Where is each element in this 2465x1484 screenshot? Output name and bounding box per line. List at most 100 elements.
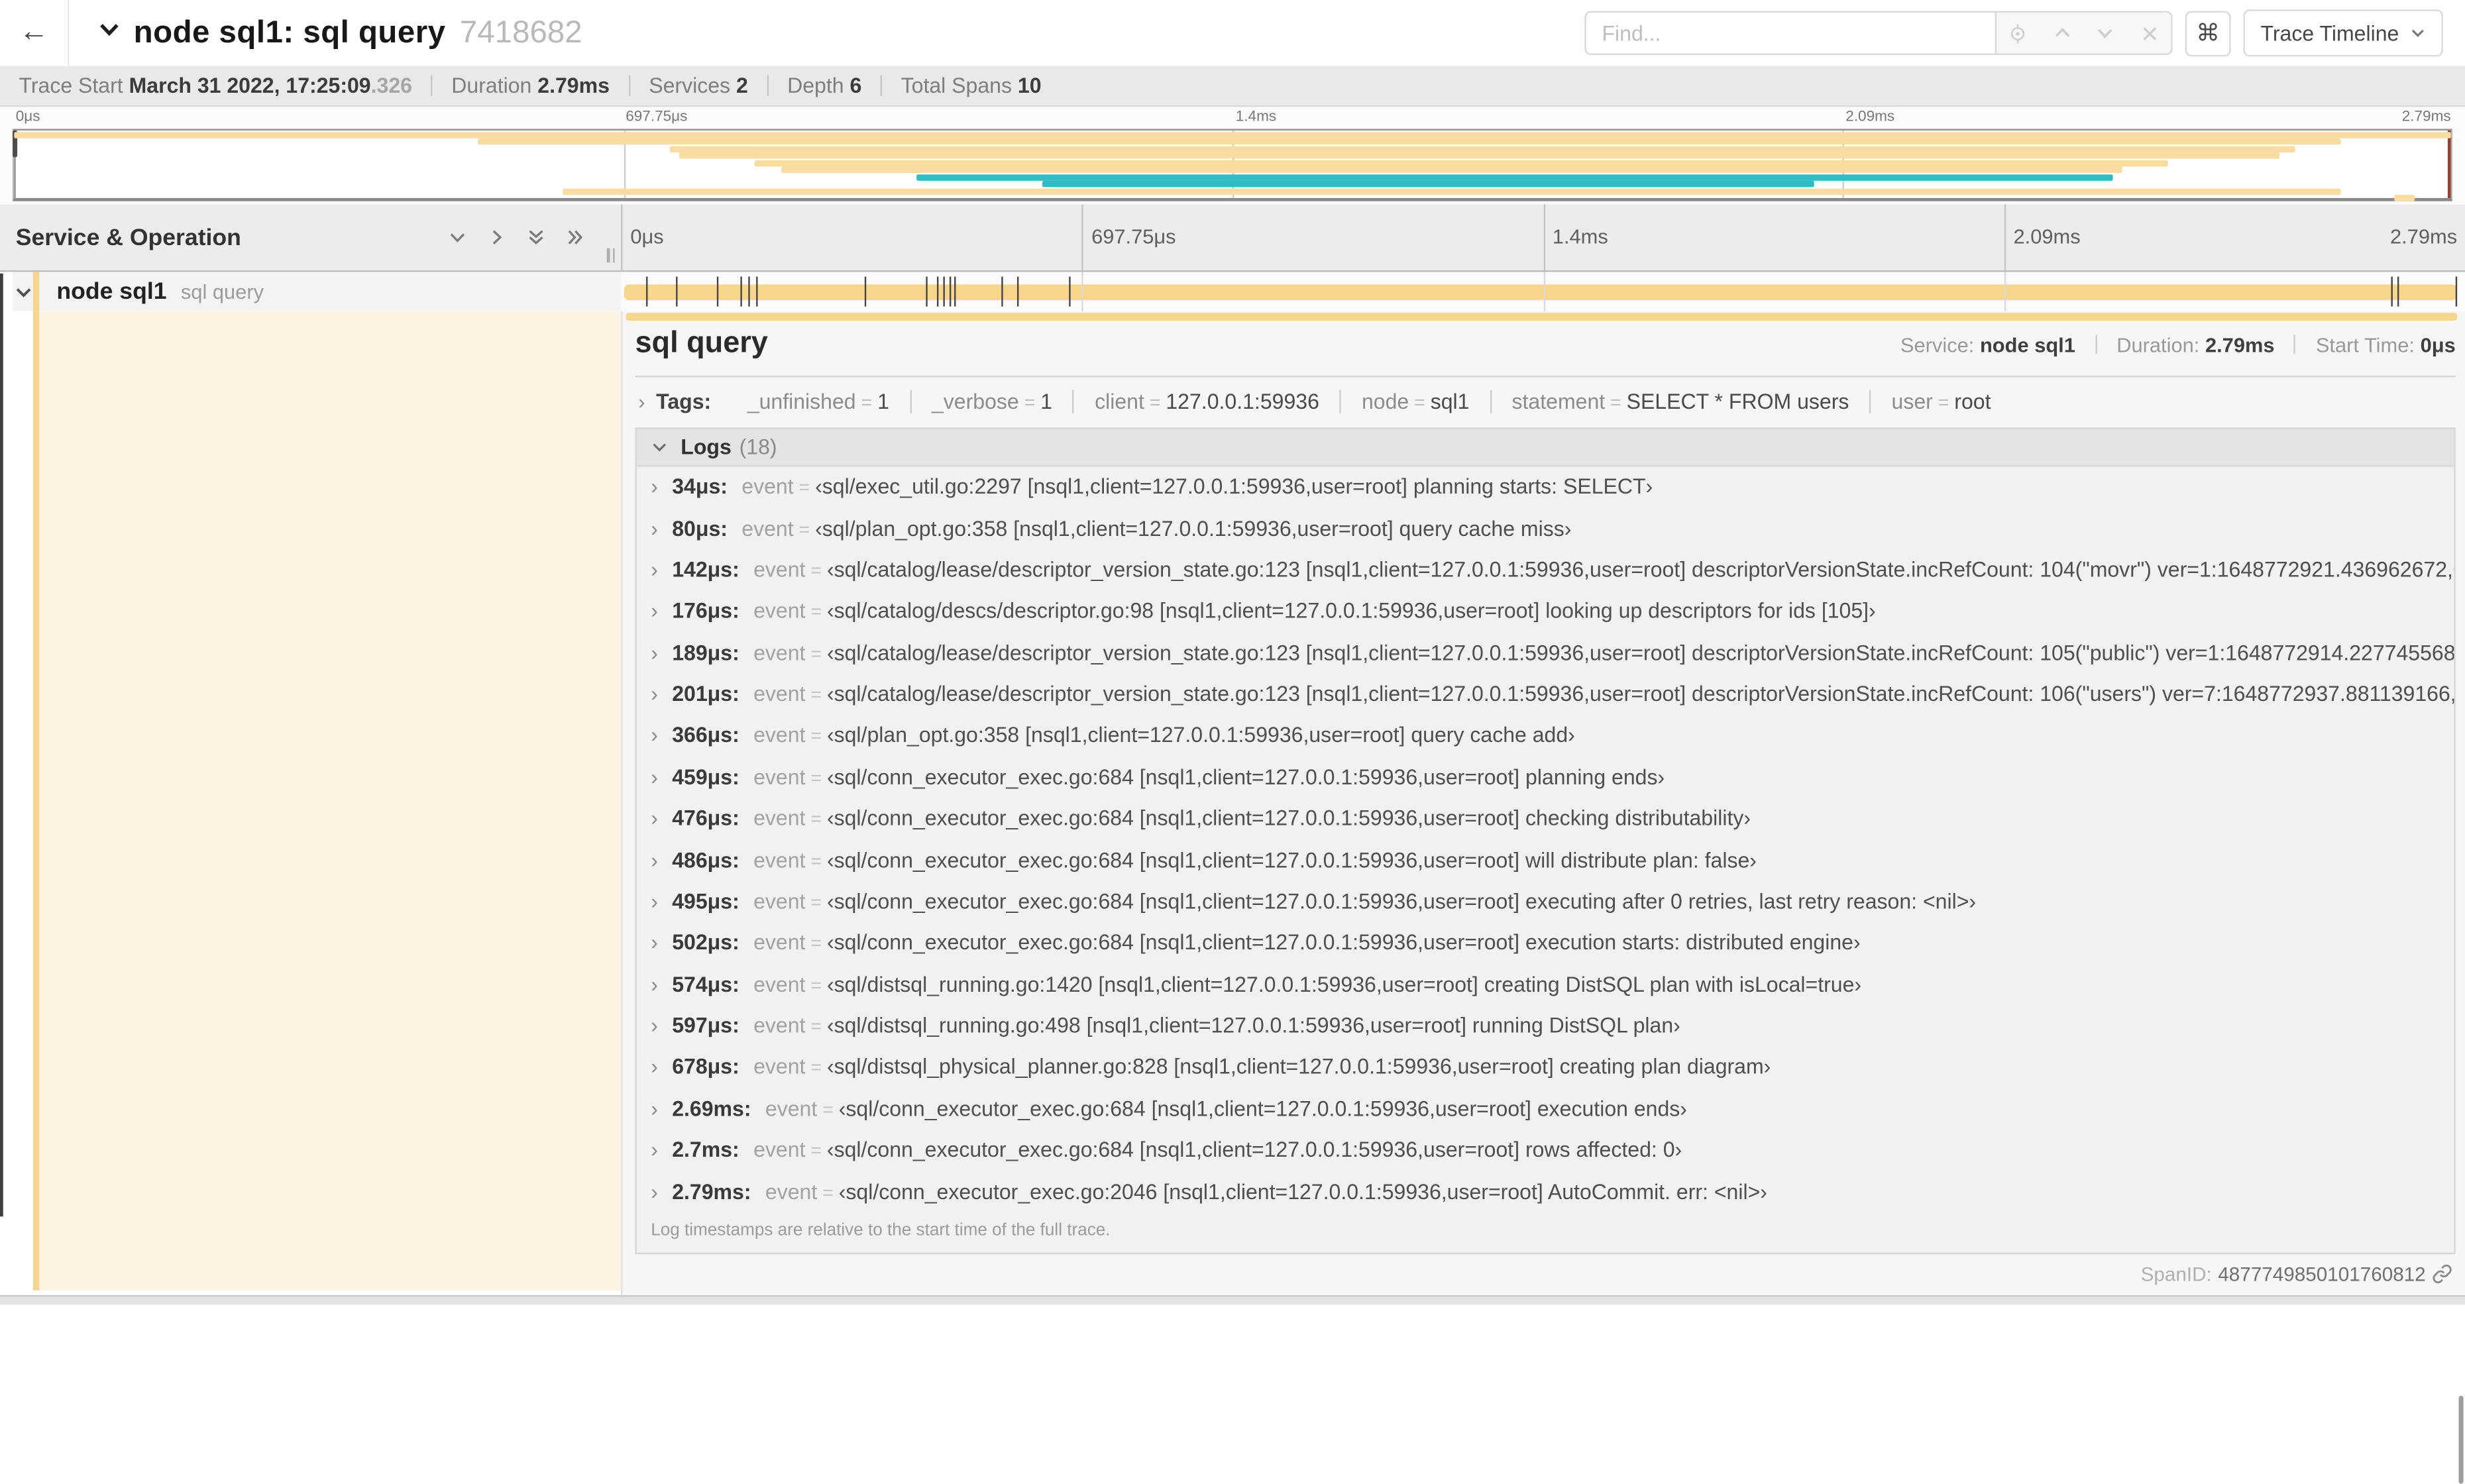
log-entry[interactable]: › 189μs: event = ‹sql/catalog/lease/descri… [637, 633, 2454, 674]
log-marker [936, 276, 939, 307]
log-field-value: ‹sql/catalog/lease/descriptor_version_st… [826, 558, 2454, 582]
ruler-tick: 0μs [621, 204, 664, 271]
log-entry[interactable]: › 502μs: event = ‹sql/conn_executor_exec.g… [637, 923, 2454, 965]
timeline-gridline [1543, 272, 1545, 311]
view-selector-label: Trace Timeline [2260, 21, 2399, 45]
log-field-name: event [753, 723, 806, 747]
log-field-name: event [753, 931, 806, 955]
service-color-stripe [32, 272, 40, 311]
equals-sign: = [1144, 391, 1166, 413]
tag-key: node [1361, 390, 1409, 413]
left-scrollbar[interactable] [0, 273, 3, 1217]
equals-sign: = [805, 1057, 827, 1079]
log-field-value: ‹sql/conn_executor_exec.go:684 [nsql1,cl… [826, 848, 1757, 872]
log-marker [646, 276, 648, 307]
log-entry[interactable]: › 176μs: event = ‹sql/catalog/descs/descri… [637, 591, 2454, 633]
log-entry[interactable]: › 2.7ms: event = ‹sql/conn_executor_exec.g… [637, 1130, 2454, 1172]
span-collapse-chevron[interactable] [14, 282, 32, 301]
timeline-ruler[interactable]: 0μs 697.75μs 1.4ms 2.09ms 2.79ms [621, 204, 2465, 271]
search-input[interactable] [1584, 11, 1997, 56]
minimap-right-scrubber[interactable] [2447, 130, 2451, 198]
link-icon[interactable] [2432, 1264, 2452, 1285]
log-entry[interactable]: › 34μs: event = ‹sql/exec_util.go:2297 [ns… [637, 467, 2454, 509]
log-marker [954, 276, 956, 307]
log-marker [864, 276, 867, 307]
log-timestamp: 2.7ms: [672, 1138, 740, 1162]
ruler-tick: 0μs [13, 109, 40, 126]
span-row-name-cell[interactable]: node sql1 sql query [0, 272, 622, 311]
right-scrollbar[interactable] [2458, 1395, 2464, 1484]
span-duration-bar[interactable] [624, 284, 2458, 301]
tag-value: 1 [1040, 390, 1053, 413]
stat-value: 2.79ms [537, 74, 610, 98]
logs-footnote: Log timestamps are relative to the start… [651, 1220, 1111, 1240]
minimap-span [477, 138, 2342, 146]
logs-accordion: Logs (18) › 34μs: event = ‹sql/exec_util.g… [635, 427, 2456, 1254]
tag-item[interactable]: statement = SELECT * FROM users [1492, 390, 1871, 413]
clear-search-icon[interactable] [2132, 25, 2166, 42]
tags-accordion[interactable]: › Tags: _unfinished = 1 _verbose = 1 clien… [635, 390, 2455, 413]
tag-item[interactable]: _unfinished = 1 [727, 390, 912, 413]
expand-all-icon[interactable] [565, 227, 586, 248]
equals-sign: = [805, 849, 827, 872]
log-entry[interactable]: › 80μs: event = ‹sql/plan_opt.go:358 [nsql… [637, 508, 2454, 550]
prev-result-icon[interactable] [2045, 24, 2079, 42]
find-buttons [1996, 11, 2173, 56]
tag-item[interactable]: _verbose = 1 [911, 390, 1075, 413]
view-selector-button[interactable]: Trace Timeline [2243, 9, 2443, 57]
log-entry[interactable]: › 2.79ms: event = ‹sql/conn_executor_exec.… [637, 1171, 2454, 1213]
keyboard-shortcuts-button[interactable]: ⌘ [2185, 10, 2231, 56]
column-resizer-grip[interactable] [606, 248, 618, 263]
tag-item[interactable]: user = root [1871, 390, 2012, 413]
log-entry[interactable]: › 574μs: event = ‹sql/distsql_running.go:1… [637, 964, 2454, 1006]
top-bar: ← node sql1: sql query 7418682 Find... ⌘… [0, 0, 2465, 66]
tag-item[interactable]: node = sql1 [1341, 390, 1492, 413]
locate-icon[interactable] [2001, 23, 2036, 43]
trace-collapse-chevron[interactable] [97, 17, 121, 48]
log-entry[interactable]: › 476μs: event = ‹sql/conn_executor_exec.g… [637, 798, 2454, 840]
log-entry[interactable]: › 486μs: event = ‹sql/conn_executor_exec.g… [637, 840, 2454, 882]
stat-label: Total Spans [901, 74, 1018, 98]
stat-suffix: .326 [370, 74, 412, 98]
equals-sign: = [817, 1098, 839, 1121]
ruler-tick-label: 1.4ms [1552, 225, 1608, 248]
next-result-icon[interactable] [2088, 24, 2122, 42]
log-field-name: event [753, 806, 806, 831]
tag-item[interactable]: client = 127.0.0.1:59936 [1074, 390, 1342, 413]
chevron-right-icon: › [651, 931, 658, 955]
logs-header[interactable]: Logs (18) [636, 429, 2454, 467]
chevron-down-icon [97, 17, 121, 48]
log-field-value: ‹sql/plan_opt.go:358 [nsql1,client=127.0… [826, 723, 1575, 747]
ruler-tick-label: 1.4ms [1235, 108, 1277, 126]
log-entry[interactable]: › 495μs: event = ‹sql/conn_executor_exec.g… [637, 881, 2454, 923]
log-timestamp: 142μs: [672, 558, 740, 582]
command-icon: ⌘ [2196, 20, 2220, 48]
back-arrow-icon: ← [19, 15, 49, 49]
expand-one-icon[interactable] [486, 227, 508, 248]
log-entry[interactable]: › 201μs: event = ‹sql/catalog/lease/descri… [637, 674, 2454, 716]
equals-sign: = [805, 808, 827, 831]
collapse-all-icon[interactable] [525, 227, 547, 248]
log-entry[interactable]: › 366μs: event = ‹sql/plan_opt.go:358 [nsq… [637, 716, 2454, 757]
collapse-one-icon[interactable] [447, 227, 468, 248]
log-entry[interactable]: › 459μs: event = ‹sql/conn_executor_exec.g… [637, 757, 2454, 799]
log-entry[interactable]: › 142μs: event = ‹sql/catalog/lease/descri… [637, 550, 2454, 592]
log-entry[interactable]: › 597μs: event = ‹sql/distsql_running.go:4… [637, 1006, 2454, 1047]
minimap-span [755, 160, 2169, 166]
ruler-tick-label: 0μs [630, 225, 664, 248]
page-title: node sql1: sql query [133, 15, 446, 50]
log-timestamp: 2.79ms: [672, 1179, 751, 1204]
log-entry[interactable]: › 678μs: event = ‹sql/distsql_physical_pla… [637, 1047, 2454, 1089]
back-button[interactable]: ← [0, 0, 70, 66]
log-timestamp: 366μs: [672, 723, 740, 747]
log-entry[interactable]: › 2.69ms: event = ‹sql/conn_executor_exec.… [637, 1088, 2454, 1130]
span-meta: Service: node sql1 Duration: 2.79ms Star… [1900, 333, 2456, 357]
stats-divider [431, 75, 433, 96]
minimap-left-scrubber[interactable] [12, 130, 18, 198]
minimap-span [1042, 181, 1815, 187]
expanded-span-bar[interactable] [626, 313, 2458, 321]
operation-name: sql query [180, 280, 264, 303]
minimap-canvas[interactable] [12, 129, 2453, 201]
log-field-name: event [753, 599, 806, 623]
ruler-tick: 2.79ms [2399, 109, 2452, 126]
